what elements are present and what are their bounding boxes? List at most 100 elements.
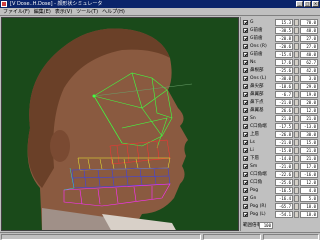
param-spinner[interactable] xyxy=(294,155,299,162)
param-value-field-2[interactable]: 70.0 xyxy=(300,19,318,26)
param-checkbox[interactable] xyxy=(243,204,248,209)
param-spinner[interactable] xyxy=(294,19,299,26)
param-checkbox[interactable] xyxy=(243,116,248,121)
param-checkbox[interactable] xyxy=(243,68,248,73)
param-value-field[interactable]: -21.0 xyxy=(275,99,293,106)
menu-view[interactable]: 表示(V) xyxy=(55,8,72,16)
scale-input[interactable]: 100 xyxy=(259,222,273,229)
param-checkbox[interactable] xyxy=(243,84,248,89)
param-checkbox[interactable] xyxy=(243,100,248,105)
param-value-field[interactable]: 21.0 xyxy=(275,115,293,122)
param-spinner[interactable] xyxy=(294,211,299,218)
param-spinner[interactable] xyxy=(294,163,299,170)
param-value-field[interactable]: -16.4 xyxy=(275,195,293,202)
param-spinner[interactable] xyxy=(294,107,299,114)
param-spinner[interactable] xyxy=(294,171,299,178)
param-value-field[interactable]: 26.6 xyxy=(275,107,293,114)
param-checkbox[interactable] xyxy=(243,180,248,185)
param-value-field[interactable]: -30.5 xyxy=(275,27,293,34)
param-spinner[interactable] xyxy=(294,179,299,186)
param-checkbox[interactable] xyxy=(243,92,248,97)
param-checkbox[interactable] xyxy=(243,140,248,145)
param-value-field[interactable]: -22.6 xyxy=(275,171,293,178)
param-value-field[interactable]: 15.3 xyxy=(275,19,293,26)
param-value-field[interactable]: -26.8 xyxy=(275,131,293,138)
param-value-field[interactable]: -15.0 xyxy=(275,147,293,154)
param-value-field-2[interactable]: 4.0 xyxy=(300,187,318,194)
param-spinner[interactable] xyxy=(294,35,299,42)
param-spinner[interactable] xyxy=(294,99,299,106)
param-value-field-2[interactable]: 27.0 xyxy=(300,35,318,42)
menu-help[interactable]: ヘルプ(H) xyxy=(102,8,125,16)
param-value-field-2[interactable]: 30.0 xyxy=(300,131,318,138)
param-checkbox[interactable] xyxy=(243,164,248,169)
close-button[interactable]: × xyxy=(312,1,319,7)
param-value-field-2[interactable]: 17.0 xyxy=(300,163,318,170)
param-spinner[interactable] xyxy=(294,91,299,98)
param-checkbox[interactable] xyxy=(243,108,248,113)
param-checkbox[interactable] xyxy=(243,132,248,137)
param-spinner[interactable] xyxy=(294,59,299,66)
param-value-field-2[interactable]: 40.0 xyxy=(300,51,318,58)
param-spinner[interactable] xyxy=(294,139,299,146)
param-value-field[interactable]: -21.0 xyxy=(275,139,293,146)
param-spinner[interactable] xyxy=(294,187,299,194)
param-checkbox[interactable] xyxy=(243,188,248,193)
param-value-field[interactable]: -6.7 xyxy=(275,91,293,98)
param-value-field-2[interactable]: 3.0 xyxy=(300,75,318,82)
param-value-field-2[interactable]: 48.0 xyxy=(300,27,318,34)
param-value-field[interactable]: -21.0 xyxy=(275,163,293,170)
param-value-field-2[interactable]: 21.0 xyxy=(300,115,318,122)
param-value-field-2[interactable]: -13.0 xyxy=(300,123,318,130)
param-value-field-2[interactable]: 42.0 xyxy=(300,67,318,74)
param-value-field-2[interactable]: 29.0 xyxy=(300,83,318,90)
param-value-field[interactable]: -25.6 xyxy=(275,67,293,74)
param-checkbox[interactable] xyxy=(243,20,248,25)
param-spinner[interactable] xyxy=(294,43,299,50)
param-spinner[interactable] xyxy=(294,115,299,122)
param-spinner[interactable] xyxy=(294,83,299,90)
param-value-field-2[interactable]: 20.0 xyxy=(300,99,318,106)
param-checkbox[interactable] xyxy=(243,44,248,49)
param-checkbox[interactable] xyxy=(243,212,248,217)
param-checkbox[interactable] xyxy=(243,28,248,33)
param-value-field[interactable]: -16.5 xyxy=(275,187,293,194)
param-value-field-2[interactable]: -16.0 xyxy=(300,171,318,178)
param-value-field-2[interactable]: 12.0 xyxy=(300,107,318,114)
menu-tools[interactable]: ツール(T) xyxy=(76,8,98,16)
param-value-field[interactable]: -18.6 xyxy=(275,83,293,90)
param-checkbox[interactable] xyxy=(243,148,248,153)
param-value-field-2[interactable]: 18.0 xyxy=(300,211,318,218)
param-value-field[interactable]: -17.5 xyxy=(275,123,293,130)
param-spinner[interactable] xyxy=(294,27,299,34)
param-value-field-2[interactable]: 27.0 xyxy=(300,43,318,50)
param-checkbox[interactable] xyxy=(243,156,248,161)
param-value-field-2[interactable]: 12.0 xyxy=(300,179,318,186)
param-value-field-2[interactable]: 21.0 xyxy=(300,147,318,154)
param-value-field-2[interactable]: 21.0 xyxy=(300,155,318,162)
param-spinner[interactable] xyxy=(294,203,299,210)
param-value-field[interactable]: -15.4 xyxy=(275,51,293,58)
param-checkbox[interactable] xyxy=(243,36,248,41)
param-checkbox[interactable] xyxy=(243,52,248,57)
param-spinner[interactable] xyxy=(294,51,299,58)
param-checkbox[interactable] xyxy=(243,196,248,201)
menu-edit[interactable]: 編集(E) xyxy=(34,8,51,16)
param-spinner[interactable] xyxy=(294,131,299,138)
param-value-field-2[interactable]: 5.0 xyxy=(300,195,318,202)
param-spinner[interactable] xyxy=(294,195,299,202)
param-spinner[interactable] xyxy=(294,67,299,74)
param-spinner[interactable] xyxy=(294,123,299,130)
param-value-field-2[interactable]: 15.0 xyxy=(300,139,318,146)
param-checkbox[interactable] xyxy=(243,60,248,65)
param-checkbox[interactable] xyxy=(243,76,248,81)
param-value-field[interactable]: 17.6 xyxy=(275,59,293,66)
param-value-field[interactable]: -54.1 xyxy=(275,211,293,218)
param-spinner[interactable] xyxy=(294,147,299,154)
param-checkbox[interactable] xyxy=(243,172,248,177)
param-value-field[interactable]: -20.8 xyxy=(275,35,293,42)
param-value-field[interactable]: -14.0 xyxy=(275,155,293,162)
menu-file[interactable]: ファイル(F) xyxy=(3,8,30,16)
param-value-field[interactable]: -20.6 xyxy=(275,43,293,50)
minimize-button[interactable]: _ xyxy=(296,1,303,7)
